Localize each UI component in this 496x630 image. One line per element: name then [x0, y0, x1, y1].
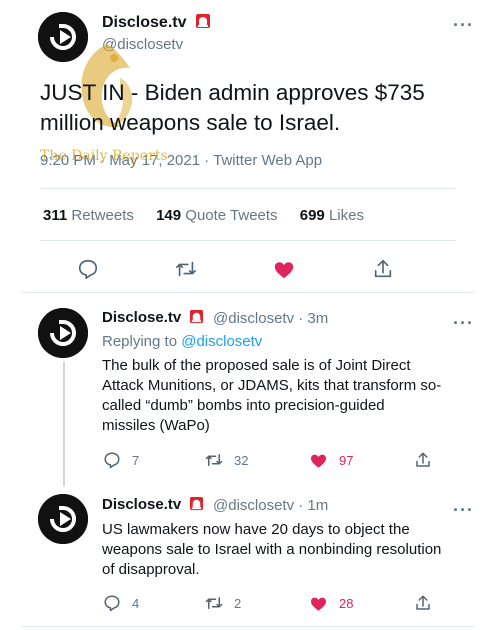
tweet-text: JUST IN - Biden admin approves $735 mill… — [40, 80, 425, 135]
reply-count: 4 — [132, 596, 140, 611]
more-options-icon[interactable]: ··· — [453, 16, 474, 34]
retweet-icon[interactable] — [204, 594, 224, 612]
retweet-count: 2 — [234, 596, 242, 611]
siren-icon — [190, 496, 204, 511]
like-count: 28 — [339, 596, 354, 611]
share-icon[interactable] — [414, 594, 432, 612]
thread-line — [63, 362, 65, 486]
avatar[interactable] — [38, 12, 88, 62]
like-icon-filled[interactable] — [309, 452, 328, 470]
reply-display-name[interactable]: Disclose.tv — [102, 309, 204, 326]
retweet-count: 32 — [234, 453, 249, 468]
siren-icon — [190, 309, 204, 324]
divider — [22, 626, 474, 627]
reply-count: 7 — [132, 453, 140, 468]
reply-display-name[interactable]: Disclose.tv — [102, 496, 204, 513]
avatar[interactable] — [38, 308, 88, 358]
replying-to: Replying to @disclosetv — [102, 333, 263, 350]
reply-icon[interactable] — [103, 594, 121, 612]
like-count: 97 — [339, 453, 354, 468]
reply-icon[interactable] — [77, 258, 99, 280]
retweets-stat[interactable]: 311 Retweets — [43, 207, 134, 224]
likes-stat[interactable]: 699 Likes — [300, 207, 364, 224]
reply-handle-time[interactable]: @disclosetv · 3m — [213, 310, 328, 327]
divider — [40, 188, 456, 189]
more-options-icon[interactable]: ··· — [453, 314, 474, 332]
like-icon-filled[interactable] — [309, 595, 328, 613]
retweet-icon[interactable] — [204, 451, 224, 469]
replying-to-link[interactable]: @disclosetv — [181, 333, 262, 350]
disclosetv-logo-icon — [38, 308, 88, 358]
display-name-text[interactable]: Disclose.tv — [102, 14, 186, 31]
display-name[interactable]: Disclose.tv — [102, 13, 211, 32]
reply-text: The bulk of the proposed sale is of Join… — [102, 357, 442, 434]
divider — [40, 240, 456, 241]
like-icon-filled[interactable] — [273, 259, 295, 281]
disclosetv-logo-icon — [38, 494, 88, 544]
siren-icon — [195, 14, 210, 28]
reply-handle-time[interactable]: @disclosetv · 1m — [213, 497, 328, 514]
quotes-stat[interactable]: 149 Quote Tweets — [156, 207, 277, 224]
reply-icon[interactable] — [103, 451, 121, 469]
disclosetv-logo-icon — [38, 12, 88, 62]
tweet-stats: 311 Retweets 149 Quote Tweets 699 Likes — [43, 207, 364, 224]
share-icon[interactable] — [372, 258, 394, 280]
retweet-icon[interactable] — [174, 258, 198, 280]
handle[interactable]: @disclosetv — [102, 36, 183, 53]
divider — [22, 292, 474, 293]
more-options-icon[interactable]: ··· — [453, 501, 474, 519]
avatar[interactable] — [38, 494, 88, 544]
reply-text: US lawmakers now have 20 days to object … — [102, 521, 442, 578]
watermark-text: The Daily Reports — [40, 148, 168, 164]
share-icon[interactable] — [414, 451, 432, 469]
